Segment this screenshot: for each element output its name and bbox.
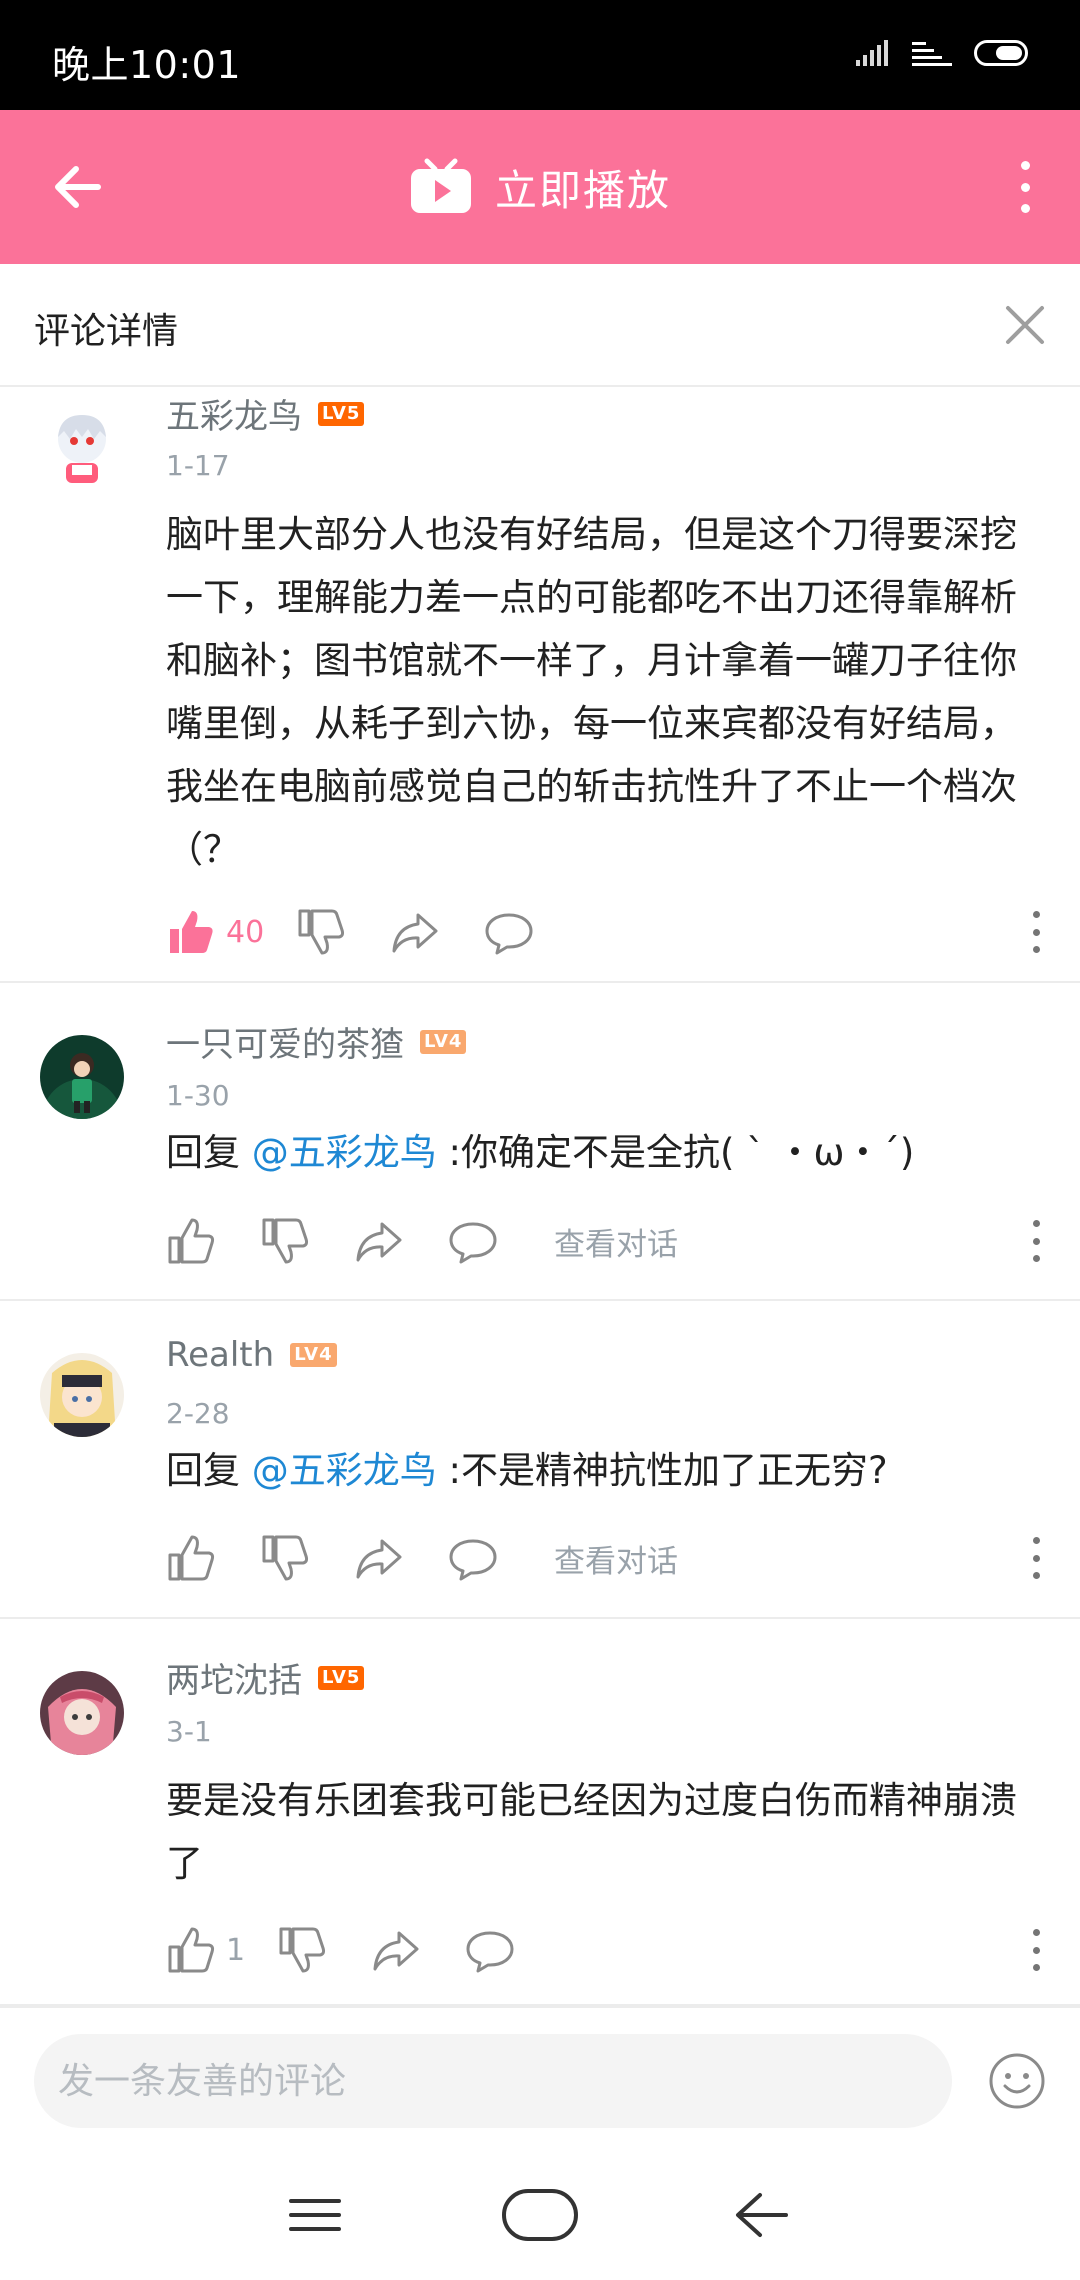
reply-bubble-icon[interactable] bbox=[448, 1216, 498, 1266]
menu-icon[interactable] bbox=[275, 2185, 355, 2245]
avatar[interactable] bbox=[40, 1035, 124, 1119]
more-vertical-icon[interactable] bbox=[1030, 911, 1042, 953]
comment-actions: 查看对话 bbox=[166, 1216, 1046, 1266]
comment-author[interactable]: 两坨沈括 LV5 bbox=[166, 1653, 365, 1702]
mention-link[interactable]: @五彩龙鸟 bbox=[252, 1131, 437, 1174]
wifi-icon bbox=[912, 40, 952, 66]
app-header: 立即播放 bbox=[0, 110, 1080, 264]
like-count: 40 bbox=[226, 914, 265, 950]
level-badge: LV4 bbox=[420, 1029, 467, 1054]
thumb-up-icon[interactable] bbox=[166, 1216, 216, 1266]
author-name[interactable]: 五彩龙鸟 bbox=[166, 389, 302, 438]
close-icon[interactable] bbox=[1000, 300, 1050, 350]
comment-item: Realth LV4 2-28 回复 @五彩龙鸟 :不是精神抗性加了正无穷? 查… bbox=[0, 1301, 1080, 1619]
comment-date: 1-17 bbox=[166, 449, 230, 482]
signal-icon bbox=[856, 40, 890, 66]
battery-icon bbox=[974, 40, 1028, 66]
comment-text: 要是没有乐团套我可能已经因为过度白伤而精神崩溃了 bbox=[166, 1779, 1017, 1885]
status-icons bbox=[856, 40, 1028, 66]
thumb-up-icon[interactable] bbox=[166, 1533, 216, 1583]
comment-input-bar bbox=[0, 2006, 1080, 2150]
view-conversation-link[interactable]: 查看对话 bbox=[554, 1536, 678, 1581]
thumb-down-icon[interactable] bbox=[296, 907, 346, 957]
emoji-icon[interactable] bbox=[988, 2052, 1046, 2110]
more-vertical-icon[interactable] bbox=[1030, 1929, 1042, 1971]
reply-prefix: 回复 bbox=[166, 1449, 252, 1492]
comment-author[interactable]: Realth LV4 bbox=[166, 1335, 337, 1375]
level-badge: LV5 bbox=[318, 1665, 365, 1690]
reply-bubble-icon[interactable] bbox=[465, 1925, 515, 1975]
comment-item: 五彩龙鸟 LV5 1-17 脑叶里大部分人也没有好结局，但是这个刀得要深挖一下，… bbox=[0, 387, 1080, 983]
avatar[interactable] bbox=[40, 1671, 124, 1755]
comment-actions: 查看对话 bbox=[166, 1533, 1046, 1583]
comment-date: 3-1 bbox=[166, 1715, 212, 1748]
like-count: 1 bbox=[226, 1932, 246, 1968]
level-badge: LV5 bbox=[318, 401, 365, 426]
share-icon[interactable] bbox=[354, 1216, 404, 1266]
avatar[interactable] bbox=[40, 1353, 124, 1437]
share-icon[interactable] bbox=[390, 907, 440, 957]
comment-actions: 1 bbox=[166, 1925, 1046, 1975]
comment-text: 回复 @五彩龙鸟 :你确定不是全抗( ` ・ω・´) bbox=[166, 1121, 1046, 1184]
nav-back-icon[interactable] bbox=[722, 2185, 802, 2245]
mention-link[interactable]: @五彩龙鸟 bbox=[252, 1449, 437, 1492]
reply-body: :你确定不是全抗( ` ・ω・´) bbox=[436, 1131, 915, 1174]
thumb-up-icon[interactable] bbox=[166, 907, 216, 957]
comment-item: 一只可爱的茶猹 LV4 1-30 回复 @五彩龙鸟 :你确定不是全抗( ` ・ω… bbox=[0, 983, 1080, 1301]
comment-text: 脑叶里大部分人也没有好结局，但是这个刀得要深挖一下，理解能力差一点的可能都吃不出… bbox=[166, 513, 1017, 871]
view-conversation-link[interactable]: 查看对话 bbox=[554, 1219, 678, 1264]
comment-item: 两坨沈括 LV5 3-1 要是没有乐团套我可能已经因为过度白伤而精神崩溃了 1 bbox=[0, 1619, 1080, 2006]
comment-author[interactable]: 五彩龙鸟 LV5 bbox=[166, 389, 365, 438]
thumb-down-icon[interactable] bbox=[260, 1533, 310, 1583]
share-icon[interactable] bbox=[354, 1533, 404, 1583]
author-name[interactable]: 一只可爱的茶猹 bbox=[166, 1017, 404, 1066]
thumb-up-icon[interactable] bbox=[166, 1925, 216, 1975]
thumb-down-icon[interactable] bbox=[260, 1216, 310, 1266]
level-badge: LV4 bbox=[290, 1343, 337, 1367]
author-name[interactable]: Realth bbox=[166, 1335, 274, 1375]
comment-date: 1-30 bbox=[166, 1079, 230, 1112]
system-nav-bar bbox=[0, 2150, 1080, 2280]
author-name[interactable]: 两坨沈括 bbox=[166, 1653, 302, 1702]
reply-body: :不是精神抗性加了正无穷? bbox=[436, 1449, 888, 1492]
more-vertical-icon[interactable] bbox=[1010, 157, 1040, 217]
comment-actions: 40 bbox=[166, 907, 1046, 957]
play-now-button[interactable]: 立即播放 bbox=[0, 110, 1080, 264]
reply-bubble-icon[interactable] bbox=[484, 907, 534, 957]
reply-bubble-icon[interactable] bbox=[448, 1533, 498, 1583]
avatar[interactable] bbox=[40, 403, 124, 487]
more-vertical-icon[interactable] bbox=[1030, 1220, 1042, 1262]
share-icon[interactable] bbox=[371, 1925, 421, 1975]
header-title: 立即播放 bbox=[494, 165, 671, 215]
home-icon[interactable] bbox=[500, 2185, 580, 2245]
comment-detail-title: 评论详情 bbox=[34, 311, 179, 352]
comment-date: 2-28 bbox=[166, 1397, 230, 1430]
tv-play-icon bbox=[409, 158, 473, 216]
comment-input[interactable] bbox=[34, 2034, 952, 2128]
status-time: 晚上10:01 bbox=[52, 43, 242, 87]
more-vertical-icon[interactable] bbox=[1030, 1537, 1042, 1579]
thumb-down-icon[interactable] bbox=[277, 1925, 327, 1975]
comment-text: 回复 @五彩龙鸟 :不是精神抗性加了正无穷? bbox=[166, 1439, 1046, 1502]
reply-prefix: 回复 bbox=[166, 1131, 252, 1174]
comment-author[interactable]: 一只可爱的茶猹 LV4 bbox=[166, 1017, 467, 1066]
comment-detail-header: 评论详情 bbox=[0, 264, 1080, 387]
status-bar: 晚上10:01 bbox=[0, 0, 1080, 110]
